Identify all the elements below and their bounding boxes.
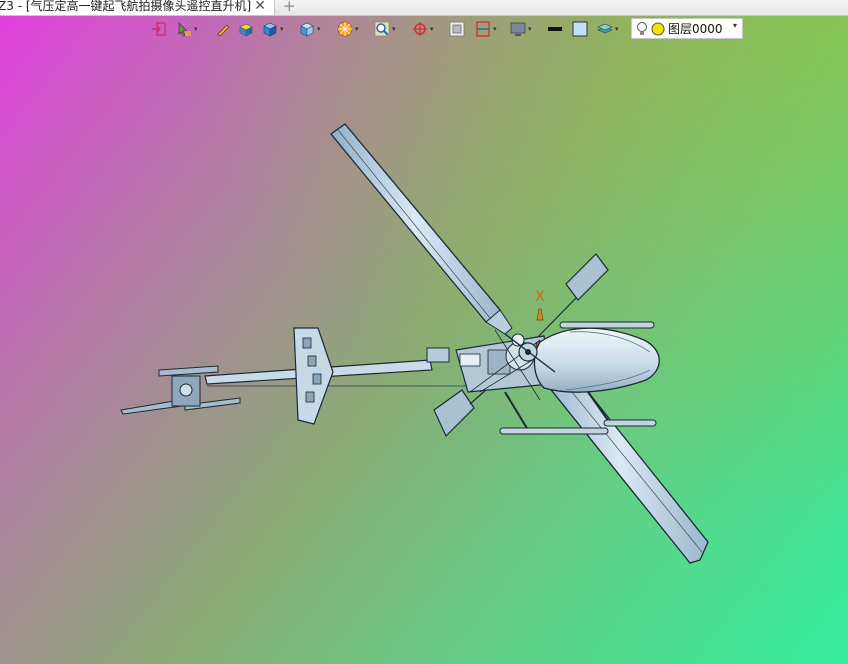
- close-tab-icon[interactable]: ✕: [254, 0, 266, 14]
- layer-manager-button[interactable]: ▾: [597, 20, 619, 38]
- helicopter-model[interactable]: [0, 0, 848, 664]
- shaded-box-icon: [239, 23, 253, 37]
- document-tab-bar: Z3 - [气压定高一键起飞航拍摄像头遥控直升机] ✕ +: [0, 0, 848, 16]
- pencil-icon: [217, 24, 230, 37]
- appearance-button[interactable]: ▾: [337, 20, 359, 38]
- layer-color-icon: [651, 22, 665, 35]
- exit-sketch-button[interactable]: [151, 20, 167, 38]
- view-orientation-dropdown-icon: ▾: [317, 25, 321, 33]
- rotate-view-dropdown-icon: ▾: [430, 25, 434, 33]
- pick-filter-icon: [178, 22, 191, 37]
- new-tab-button[interactable]: +: [283, 0, 296, 15]
- layer-select-value: 图层0000: [668, 22, 723, 36]
- document-tab-title: Z3 - [气压定高一键起飞航拍摄像头遥控直升机]: [0, 0, 252, 13]
- exit-sketch-icon: [152, 22, 166, 36]
- zoom-fit-button[interactable]: ▾: [374, 20, 396, 38]
- fill-color-icon: [572, 21, 588, 37]
- view-cube-icon: [300, 22, 314, 37]
- appearance-dropdown-icon: ▾: [355, 25, 359, 33]
- canopy: [533, 327, 660, 393]
- clipping-plane-dropdown-icon: ▾: [493, 25, 497, 33]
- fill-color-button[interactable]: [572, 20, 588, 38]
- display-settings-button[interactable]: ▾: [510, 20, 532, 38]
- clipping-plane-icon: [476, 21, 490, 37]
- main-rotor-blade-upper: [330, 123, 513, 335]
- layers-icon: [597, 23, 613, 34]
- box-render-icon: [263, 22, 277, 37]
- rotate-view-button[interactable]: ▾: [412, 20, 434, 38]
- target-icon: [413, 22, 427, 36]
- lightbulb-icon: [637, 21, 647, 35]
- view-orientation-button[interactable]: ▾: [299, 20, 321, 38]
- axis-triad-icon: [536, 308, 544, 321]
- 3d-viewport[interactable]: X Z3 - [气压定高一键起飞航拍摄像头遥控直升机] ✕ + ▾ ▾ ▾ ▾ …: [0, 0, 848, 664]
- display-settings-dropdown-icon: ▾: [528, 25, 532, 33]
- render-mode-dropdown-icon: ▾: [280, 25, 284, 33]
- sketch-button[interactable]: [215, 20, 231, 38]
- line-color-button[interactable]: [547, 20, 563, 38]
- display-monitor-icon: [510, 22, 526, 36]
- view-toolbar: ▾ ▾ ▾ ▾ ▾ ▾ ▾ ▾ ▾ 图层0000 ▾: [148, 17, 748, 41]
- clipping-plane-button[interactable]: ▾: [475, 20, 497, 38]
- render-mode-button[interactable]: ▾: [262, 20, 284, 38]
- chevron-down-icon[interactable]: ▾: [733, 21, 737, 30]
- zoom-fit-dropdown-icon: ▾: [392, 25, 396, 33]
- layer-manager-dropdown-icon: ▾: [615, 25, 619, 33]
- pick-filter-dropdown-icon: ▾: [194, 25, 198, 33]
- section-view-button[interactable]: [449, 20, 465, 38]
- tail-stabilizer: [293, 327, 334, 425]
- zoom-fit-icon: [374, 21, 390, 37]
- pick-filter-button[interactable]: ▾: [176, 20, 198, 38]
- section-view-icon: [449, 21, 465, 37]
- tail-boom: [204, 347, 470, 387]
- layer-select[interactable]: 图层0000 ▾: [631, 18, 743, 39]
- axis-x-label: X: [535, 289, 545, 305]
- shaded-box-button[interactable]: [238, 20, 254, 38]
- document-tab[interactable]: Z3 - [气压定高一键起飞航拍摄像头遥控直升机] ✕: [0, 0, 275, 15]
- tail-rotor: [120, 365, 241, 415]
- color-wheel-icon: [337, 21, 353, 37]
- line-color-icon: [548, 27, 562, 31]
